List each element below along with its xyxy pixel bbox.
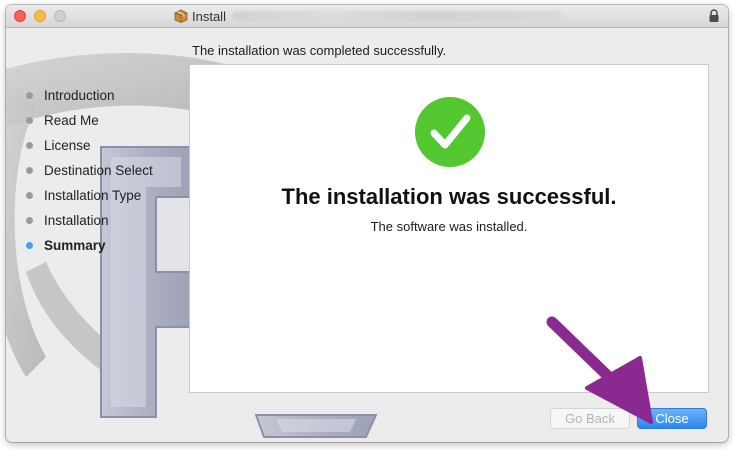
- sidebar-item-license: License: [26, 135, 91, 155]
- go-back-button[interactable]: Go Back: [550, 408, 630, 429]
- step-dot-icon: [26, 141, 33, 149]
- sidebar-item-label: Summary: [44, 237, 106, 253]
- step-dot-icon: [26, 216, 33, 224]
- summary-panel: The installation was successful. The sof…: [189, 64, 709, 393]
- sidebar-item-label: License: [44, 137, 91, 153]
- step-dot-icon: [26, 191, 33, 199]
- window-title: Install: [192, 8, 226, 24]
- redacted-title-text: [231, 11, 562, 21]
- window-title-area: Install: [174, 8, 562, 24]
- sidebar-item-label: Introduction: [44, 87, 115, 103]
- sidebar-item-introduction: Introduction: [26, 85, 115, 105]
- package-icon: [174, 9, 188, 23]
- close-window-button[interactable]: [14, 10, 26, 22]
- sidebar-item-installation: Installation: [26, 210, 109, 230]
- success-heading: The installation was successful.: [281, 184, 617, 209]
- title-bar: Install: [6, 5, 728, 28]
- step-dot-icon: [26, 91, 33, 99]
- sidebar-item-label: Installation: [44, 212, 109, 228]
- sidebar-item-destination-select: Destination Select: [26, 160, 153, 180]
- checkmark-circle-icon: [415, 97, 485, 167]
- installer-window: Install The installation was completed s…: [6, 5, 728, 442]
- lock-icon: [709, 9, 719, 22]
- sidebar-item-read-me: Read Me: [26, 110, 99, 130]
- success-subtitle: The software was installed.: [370, 219, 528, 234]
- step-dot-icon: [26, 116, 33, 124]
- step-dot-icon: [26, 166, 33, 174]
- sidebar-item-installation-type: Installation Type: [26, 185, 141, 205]
- sidebar-item-label: Destination Select: [44, 162, 153, 178]
- minimize-window-button[interactable]: [34, 10, 46, 22]
- sidebar-item-label: Read Me: [44, 112, 99, 128]
- sidebar-item-summary: Summary: [26, 235, 106, 255]
- close-button[interactable]: Close: [637, 408, 707, 429]
- status-message: The installation was completed successfu…: [192, 43, 447, 58]
- sidebar-item-label: Installation Type: [44, 187, 142, 203]
- step-dot-icon: [26, 241, 33, 249]
- zoom-window-button[interactable]: [54, 10, 66, 22]
